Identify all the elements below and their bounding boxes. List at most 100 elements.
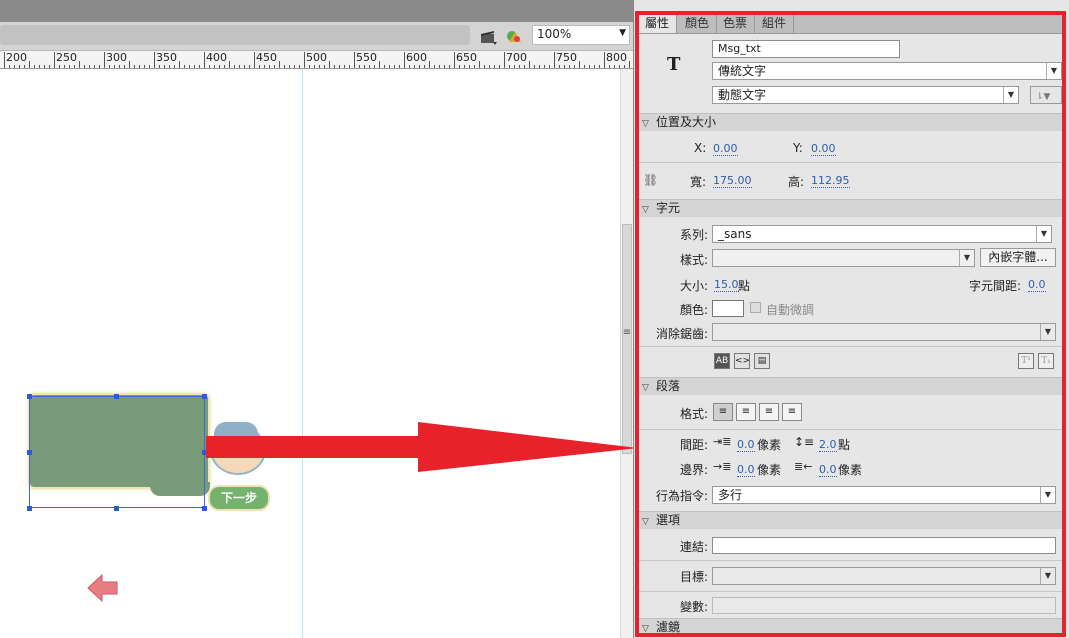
font-style-select[interactable]: ▼ [712, 249, 975, 267]
ruler-minor-tick [619, 65, 620, 68]
ruler-label: 650 [456, 51, 477, 64]
right-margin-value[interactable]: 0.0 [819, 463, 837, 477]
ruler-minor-tick [594, 65, 595, 68]
section-paragraph[interactable]: ▽ 段落 [638, 377, 1063, 395]
shapes-icon[interactable] [505, 27, 525, 47]
left-margin-value[interactable]: 0.0 [737, 463, 755, 477]
resize-handle[interactable] [27, 394, 32, 399]
html-render-icon[interactable]: <> [734, 353, 750, 369]
link-input[interactable] [712, 537, 1056, 554]
tab-components[interactable]: 組件 [755, 13, 795, 33]
auto-kern-checkbox[interactable] [750, 302, 761, 313]
text-color-swatch[interactable] [712, 300, 744, 317]
text-direction-select[interactable]: ⇂▼ [1030, 86, 1062, 104]
ruler-minor-tick [359, 65, 360, 68]
ruler-minor-tick [49, 65, 50, 68]
ruler-major-tick [354, 52, 355, 68]
ruler-label: 600 [406, 51, 427, 64]
resize-handle[interactable] [114, 506, 119, 511]
vertical-scrollbar[interactable]: ≡ [620, 69, 634, 638]
ruler-minor-tick [429, 61, 430, 68]
ruler-minor-tick [264, 65, 265, 68]
y-value[interactable]: 0.00 [811, 142, 836, 156]
resize-handle[interactable] [27, 506, 32, 511]
section-character[interactable]: ▽ 字元 [638, 199, 1063, 217]
ruler-minor-tick [184, 65, 185, 68]
text-subtype-select[interactable]: 動態文字 ▼ [712, 86, 1019, 104]
section-title: 選項 [656, 513, 681, 527]
indent-unit: 像素 [757, 438, 782, 452]
tab-swatches[interactable]: 色票 [716, 13, 756, 33]
link-chain-icon[interactable]: ⛓ [643, 173, 658, 187]
anti-alias-select[interactable]: ▼ [712, 323, 1056, 341]
instance-name-input[interactable]: Msg_txt [712, 40, 900, 58]
zoom-select[interactable]: 100% ▼ [532, 25, 630, 45]
show-border-icon[interactable]: ▤ [754, 353, 770, 369]
width-value[interactable]: 175.00 [713, 174, 752, 188]
stage-canvas[interactable] [0, 69, 620, 638]
section-position-size[interactable]: ▽ 位置及大小 [638, 113, 1063, 131]
ruler-minor-tick [434, 65, 435, 68]
resize-handle[interactable] [202, 394, 207, 399]
ruler-minor-tick [269, 65, 270, 68]
line-spacing-value[interactable]: 2.0 [819, 438, 837, 452]
section-filters[interactable]: ▽ 濾鏡 [638, 618, 1063, 636]
text-subtype-value: 動態文字 [718, 88, 767, 102]
divider [638, 429, 1063, 430]
ruler-minor-tick [459, 65, 460, 68]
superscript-icon[interactable]: T¹ [1018, 353, 1034, 369]
height-value[interactable]: 112.95 [811, 174, 850, 188]
ruler-minor-tick [299, 65, 300, 68]
font-family-value: _sans [718, 227, 752, 241]
anti-alias-label: 消除鋸齒: [655, 327, 708, 341]
clapperboard-icon[interactable] [478, 27, 498, 47]
ruler-label: 300 [106, 51, 127, 64]
selectable-text-icon[interactable]: AB [714, 353, 730, 369]
ruler-minor-tick [89, 65, 90, 68]
next-step-button[interactable]: 下一步 [208, 485, 270, 511]
resize-handle[interactable] [202, 506, 207, 511]
section-options[interactable]: ▽ 選項 [638, 511, 1063, 529]
left-margin-unit: 像素 [757, 463, 782, 477]
letter-spacing-value[interactable]: 0.0 [1028, 278, 1046, 292]
chevron-down-icon: ▼ [1046, 63, 1061, 79]
embed-fonts-button[interactable]: 內嵌字體... [980, 248, 1056, 267]
collapse-triangle-icon: ▽ [642, 205, 649, 215]
ruler-minor-tick [444, 65, 445, 68]
ruler-minor-tick [324, 65, 325, 68]
line-spacing-unit: 點 [838, 438, 851, 452]
ruler-minor-tick [449, 65, 450, 68]
ruler-minor-tick [144, 65, 145, 68]
align-right-icon[interactable]: ≡ [759, 403, 779, 421]
ruler-minor-tick [219, 65, 220, 68]
justify-icon[interactable]: ≡ [782, 403, 802, 421]
x-value[interactable]: 0.00 [713, 142, 738, 156]
font-size-value[interactable]: 15.0 [714, 278, 739, 292]
ruler-minor-tick [479, 61, 480, 68]
selection-box[interactable] [29, 396, 205, 508]
tab-color[interactable]: 顏色 [678, 13, 718, 33]
ruler-minor-tick [614, 65, 615, 68]
resize-handle[interactable] [27, 450, 32, 455]
ruler-minor-tick [309, 65, 310, 68]
align-left-icon[interactable]: ≡ [713, 403, 733, 421]
ruler-label: 350 [156, 51, 177, 64]
back-arrow-icon[interactable] [86, 572, 120, 604]
ruler-minor-tick [159, 65, 160, 68]
align-center-icon[interactable]: ≡ [736, 403, 756, 421]
behavior-select[interactable]: 多行 ▼ [712, 486, 1056, 504]
text-type-select[interactable]: 傳統文字 ▼ [712, 62, 1062, 80]
font-family-select[interactable]: _sans ▼ [712, 225, 1052, 243]
ruler-minor-tick [109, 65, 110, 68]
ruler-minor-tick [164, 65, 165, 68]
ruler-major-tick [54, 52, 55, 68]
subscript-icon[interactable]: T₁ [1038, 353, 1054, 369]
ruler-minor-tick [9, 65, 10, 68]
variable-input[interactable] [712, 597, 1056, 614]
tab-properties[interactable]: 屬性 [638, 13, 678, 33]
indent-value[interactable]: 0.0 [737, 438, 755, 452]
ruler-minor-tick [464, 65, 465, 68]
resize-handle[interactable] [114, 394, 119, 399]
collapse-triangle-icon: ▽ [642, 624, 649, 634]
target-select[interactable]: ▼ [712, 567, 1056, 585]
